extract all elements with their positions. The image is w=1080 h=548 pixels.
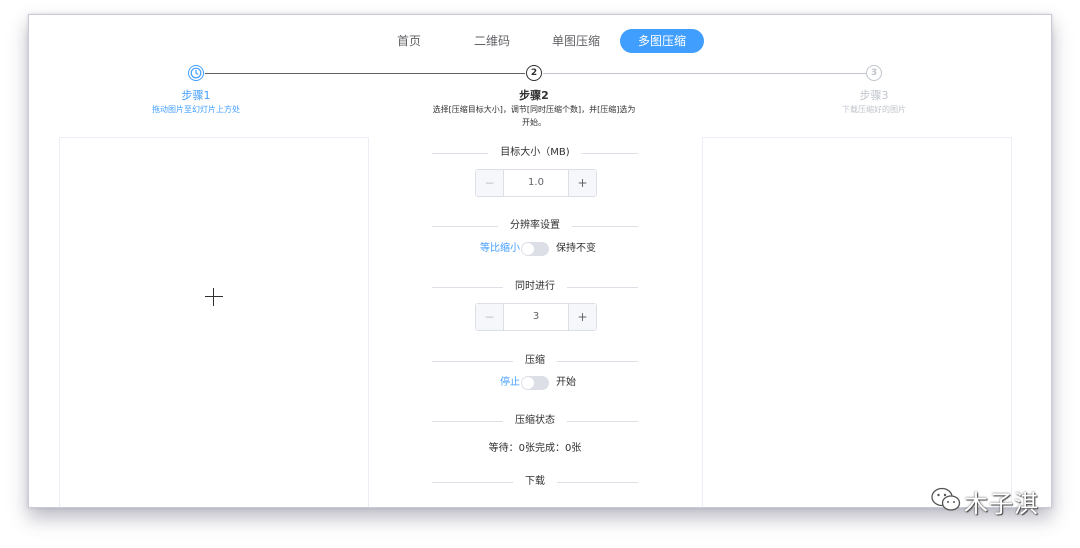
- toggle-knob: [522, 377, 534, 389]
- step-3-icon: 3: [866, 65, 882, 81]
- status-label: 压缩状态: [503, 414, 567, 428]
- concurrency-divider: 同时进行: [432, 280, 638, 294]
- download-divider: 下载: [432, 475, 638, 489]
- step-2-icon: 2: [526, 65, 542, 81]
- target-size-decrease-button[interactable]: −: [476, 170, 504, 196]
- compress-label: 压缩: [513, 354, 557, 368]
- compress-start-label[interactable]: 开始: [556, 375, 576, 391]
- compress-toggle[interactable]: [521, 376, 549, 390]
- step-2-number: 2: [530, 68, 538, 78]
- target-size-input[interactable]: 1.0: [504, 170, 568, 196]
- nav-single-compress[interactable]: 单图压缩: [546, 29, 606, 53]
- step-3-desc: 下载压缩好的图片: [842, 105, 906, 114]
- resolution-scale-down-label[interactable]: 等比缩小: [480, 241, 520, 257]
- plus-icon[interactable]: [205, 288, 223, 306]
- step-1-icon: [188, 65, 204, 81]
- target-size-increase-button[interactable]: +: [568, 170, 596, 196]
- compress-switch-row: 停止 开始: [432, 375, 638, 391]
- step-1-desc: 拖动图片至幻灯片上方处: [152, 105, 240, 114]
- concurrency-label: 同时进行: [503, 280, 567, 294]
- resolution-switch-row: 等比缩小 保持不变: [432, 241, 638, 257]
- app-window: 首页 二维码 单图压缩 多图压缩 步骤1 拖动图片至幻灯片上方处 2 步骤2 选…: [28, 14, 1052, 508]
- toggle-knob: [522, 243, 534, 255]
- resolution-divider: 分辨率设置: [432, 219, 638, 233]
- watermark-text: 木子淇: [964, 490, 1039, 518]
- concurrency-stepper: − 3 +: [475, 303, 597, 331]
- result-area: [702, 137, 1012, 507]
- step-2-title: 步骤2: [519, 89, 549, 102]
- step-3-number: 3: [870, 68, 878, 78]
- compress-stop-label[interactable]: 停止: [500, 375, 520, 391]
- wechat-icon: [931, 487, 961, 511]
- step-2-desc-line2: 开始。: [522, 118, 546, 127]
- nav-multi-compress[interactable]: 多图压缩: [620, 29, 704, 53]
- step-2-desc-line1: 选择[压缩目标大小]，调节[同时压缩个数]，并[压缩]选为: [432, 105, 636, 114]
- compress-status-text: 等待：0张完成：0张: [488, 443, 582, 454]
- concurrency-input[interactable]: 3: [504, 304, 568, 330]
- resolution-toggle[interactable]: [521, 242, 549, 256]
- step-line-2: [543, 73, 873, 74]
- concurrency-increase-button[interactable]: +: [568, 304, 596, 330]
- step-1-title: 步骤1: [181, 89, 211, 102]
- concurrency-decrease-button[interactable]: −: [476, 304, 504, 330]
- top-nav: 首页 二维码 单图压缩 多图压缩: [29, 29, 1051, 53]
- step-line-1: [205, 73, 525, 74]
- resolution-label: 分辨率设置: [498, 219, 572, 233]
- target-size-divider: 目标大小（MB): [432, 146, 638, 160]
- status-divider: 压缩状态: [432, 414, 638, 428]
- download-label: 下载: [513, 475, 557, 489]
- watermark: 木子淇: [930, 482, 1050, 518]
- upload-area[interactable]: [59, 137, 369, 507]
- compress-divider: 压缩: [432, 354, 638, 368]
- target-size-stepper: − 1.0 +: [475, 169, 597, 197]
- resolution-keep-label[interactable]: 保持不变: [556, 241, 596, 257]
- step-3-title: 步骤3: [859, 89, 889, 102]
- nav-qrcode[interactable]: 二维码: [467, 29, 517, 53]
- clock-icon: [190, 67, 202, 79]
- target-size-label: 目标大小（MB): [488, 146, 582, 160]
- nav-home[interactable]: 首页: [384, 29, 434, 53]
